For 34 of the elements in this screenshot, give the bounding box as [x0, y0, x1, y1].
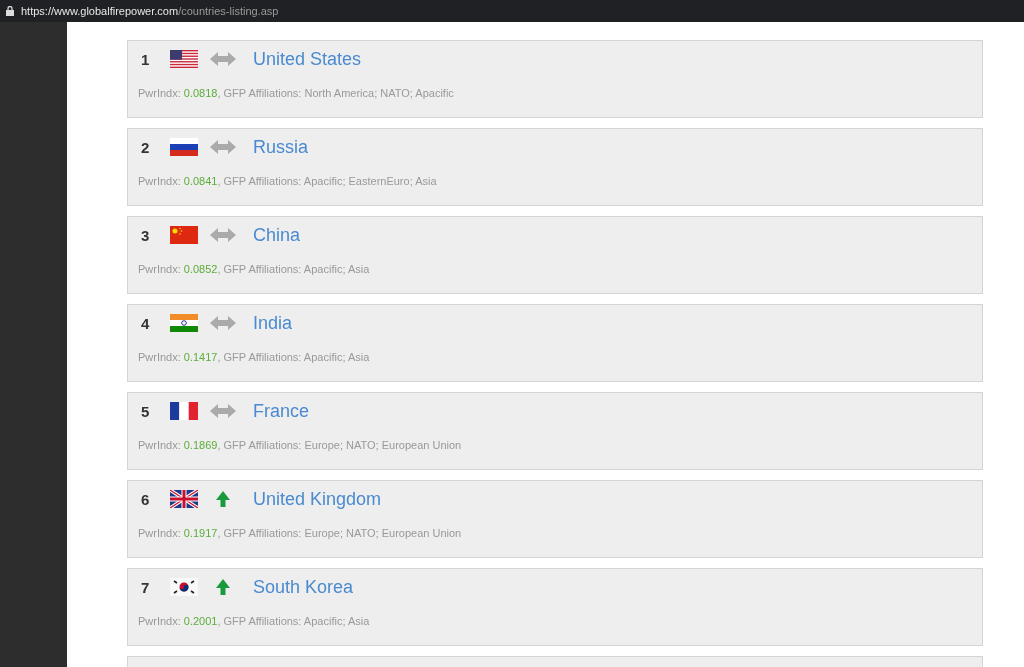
rank-number: 5 [141, 402, 151, 420]
affiliations-text: , GFP Affiliations: North America; NATO; Apacific [217, 87, 454, 99]
power-index-label: PwrIndx: [138, 263, 181, 275]
country-link[interactable]: Russia [253, 136, 309, 158]
affiliations-text: , GFP Affiliations: Europe; NATO; European Union [217, 527, 462, 539]
address-bar[interactable]: https://www.globalfirepower.com/countries-listing.asp [0, 0, 1024, 22]
rank-number: 7 [141, 578, 151, 596]
power-index-label: PwrIndx: [138, 615, 181, 627]
power-index-label: PwrIndx: [138, 527, 181, 539]
power-index-value: 0.1417 [183, 351, 218, 363]
power-index-label: PwrIndx: [138, 175, 181, 187]
country-link[interactable]: India [253, 312, 293, 334]
url-path: /countries-listing.asp [178, 5, 279, 17]
lock-icon [6, 6, 14, 16]
url-domain: https://www.globalfirepower.com [21, 5, 179, 17]
country-link[interactable]: United Kingdom [253, 488, 382, 510]
rank-number: 2 [141, 138, 151, 156]
affiliations-text: , GFP Affiliations: Apacific; Asia [217, 615, 370, 627]
affiliations-text: , GFP Affiliations: Europe; NATO; European Union [217, 439, 462, 451]
power-index-label: PwrIndx: [138, 87, 181, 99]
rank-number: 4 [141, 314, 151, 332]
rank-number: 6 [141, 490, 151, 508]
affiliations-text: , GFP Affiliations: Apacific; Asia [217, 351, 370, 363]
power-index-label: PwrIndx: [138, 439, 181, 451]
country-link[interactable]: United States [253, 48, 362, 70]
country-link[interactable]: France [253, 400, 310, 422]
rank-number: 1 [141, 50, 151, 68]
affiliations-text: , GFP Affiliations: Apacific; Asia [217, 263, 370, 275]
affiliations-text: , GFP Affiliations: Apacific; EasternEuro; Asia [217, 175, 437, 187]
country-link[interactable]: China [253, 224, 301, 246]
rank-number: 3 [141, 226, 151, 244]
power-index-label: PwrIndx: [138, 351, 181, 363]
power-index-value: 0.1917 [183, 527, 218, 539]
country-link[interactable]: South Korea [253, 576, 354, 598]
